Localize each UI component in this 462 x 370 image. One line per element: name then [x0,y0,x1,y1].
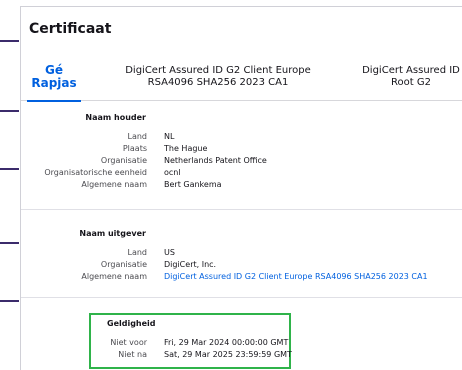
section-divider [21,209,462,210]
tab-subject-certificate[interactable]: Gé Rapjas [27,53,81,101]
field-value: DigiCert, Inc. [164,259,216,271]
field-label: Organisatie [101,155,147,167]
holder-row: Organisatorische eenheid ocnl [21,167,462,179]
holder-section-heading: Naam houder [85,113,146,122]
field-value: Netherlands Patent Office [164,155,267,167]
field-value: Sat, 29 Mar 2025 23:59:59 GMT [164,349,292,361]
validity-row: Niet voor Fri, 29 Mar 2024 00:00:00 GMT [21,337,462,349]
field-label: Algemene naam [81,179,147,191]
field-value: Fri, 29 Mar 2024 00:00:00 GMT [164,337,288,349]
field-value: US [164,247,175,259]
marker-line [0,40,19,42]
issuer-row: Land US [21,247,462,259]
field-label: Niet voor [110,337,147,349]
validity-row: Niet na Sat, 29 Mar 2025 23:59:59 GMT [21,349,462,361]
left-margin [0,0,20,370]
field-label: Organisatorische eenheid [44,167,147,179]
field-label: Algemene naam [81,271,147,283]
validity-section-heading: Geldigheid [107,319,156,328]
certificate-panel: Certificaat Gé Rapjas DigiCert Assured I… [20,6,462,370]
field-value: NL [164,131,174,143]
field-label: Land [127,131,147,143]
holder-row: Land NL [21,131,462,143]
tab-root-certificate[interactable]: DigiCert Assured ID Root G2 [361,53,461,101]
field-label: Niet na [118,349,147,361]
marker-line [0,242,19,244]
page-title: Certificaat [29,21,111,37]
certificate-tabs: Gé Rapjas DigiCert Assured ID G2 Client … [21,53,462,101]
marker-line [0,110,19,112]
field-label: Organisatie [101,259,147,271]
issuer-row: Organisatie DigiCert, Inc. [21,259,462,271]
marker-line [0,300,19,302]
marker-line [0,168,19,170]
holder-row: Algemene naam Bert Gankema [21,179,462,191]
issuer-row: Algemene naam DigiCert Assured ID G2 Cli… [21,271,462,283]
holder-row: Plaats The Hague [21,143,462,155]
field-value: Bert Gankema [164,179,222,191]
field-value: The Hague [164,143,207,155]
holder-row: Organisatie Netherlands Patent Office [21,155,462,167]
field-label: Plaats [123,143,147,155]
section-divider [21,297,462,298]
issuer-common-name-link[interactable]: DigiCert Assured ID G2 Client Europe RSA… [164,271,428,283]
field-value: ocnl [164,167,181,179]
field-label: Land [127,247,147,259]
tab-intermediate-certificate[interactable]: DigiCert Assured ID G2 Client Europe RSA… [109,53,327,101]
issuer-section-heading: Naam uitgever [79,229,146,238]
